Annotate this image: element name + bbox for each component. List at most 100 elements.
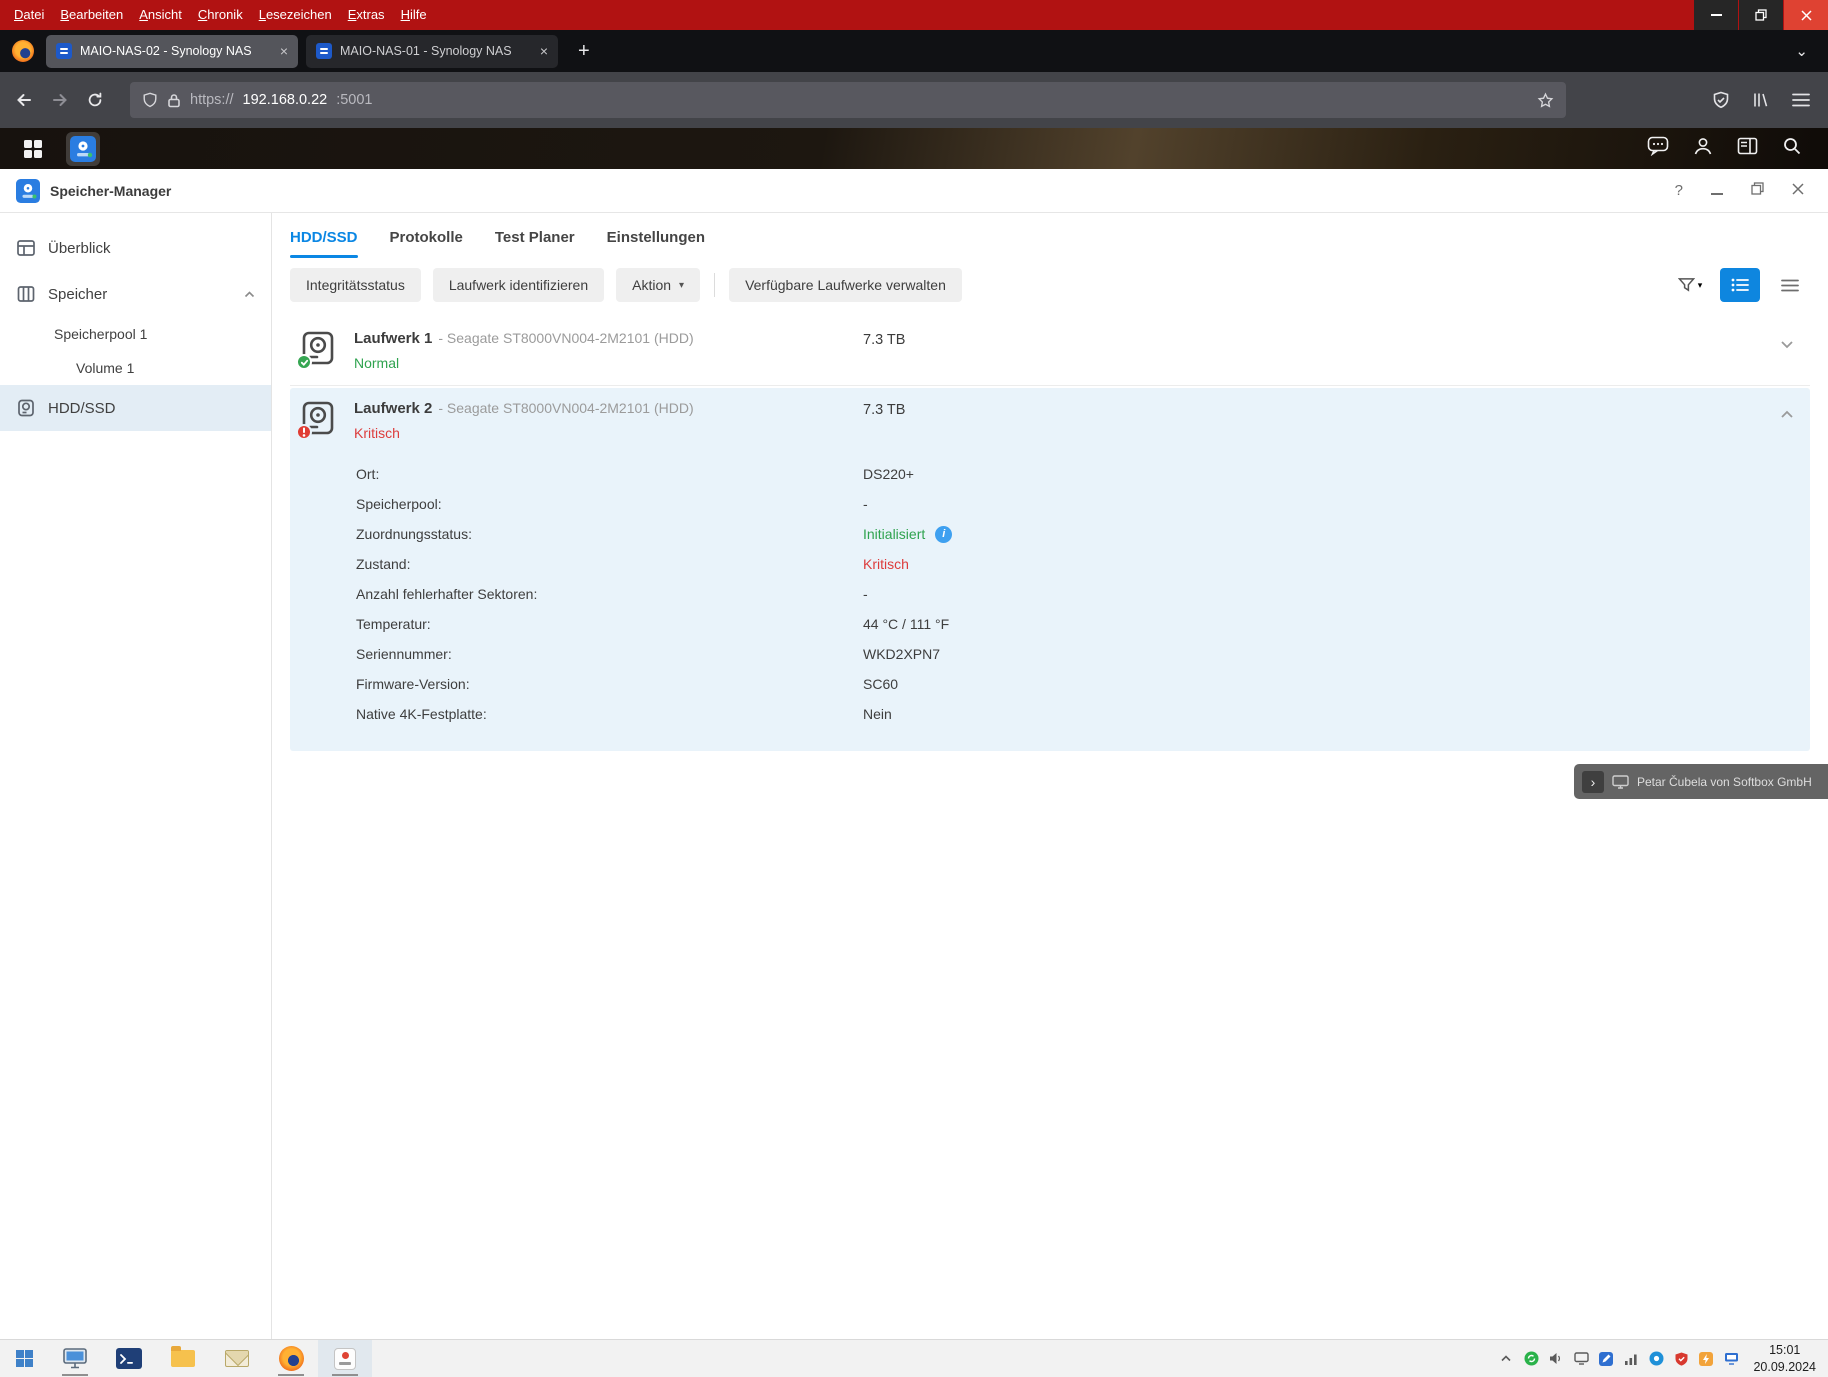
window-help-button[interactable]: ? [1675, 182, 1683, 199]
menu-file[interactable]: Datei [6, 0, 52, 30]
sidebar-item-label: Überblick [48, 240, 111, 257]
browser-navbar: https://192.168.0.22:5001 [0, 72, 1828, 128]
dsm-desktop-strip [0, 128, 1828, 169]
browser-tab-active[interactable]: MAIO-NAS-02 - Synology NAS × [46, 35, 298, 68]
drive-row-2[interactable]: Laufwerk 2- Seagate ST8000VN004-2M2101 (… [290, 388, 1810, 455]
detail-row: Speicherpool:- [356, 489, 1810, 519]
taskbar-app-mail[interactable] [210, 1340, 264, 1377]
menu-help[interactable]: Hilfe [393, 0, 435, 30]
sidebar-item-hdd-ssd[interactable]: HDD/SSD [0, 385, 271, 431]
compact-view-button[interactable] [1770, 268, 1810, 302]
detail-value: 44 °C / 111 °F [863, 616, 949, 632]
taskbar-app-powershell[interactable] [102, 1340, 156, 1377]
browser-tab-inactive[interactable]: MAIO-NAS-01 - Synology NAS × [306, 35, 558, 68]
show-hidden-icons-button[interactable] [1498, 1351, 1514, 1367]
tab-close-icon[interactable]: × [540, 43, 548, 59]
menu-view[interactable]: Ansicht [131, 0, 190, 30]
tracking-protection-shield-icon[interactable] [142, 92, 158, 108]
browser-titlebar[interactable]: Datei Bearbeiten Ansicht Chronik Lesezei… [0, 0, 1828, 30]
volume-icon[interactable] [1548, 1351, 1564, 1367]
chevron-up-icon[interactable] [244, 291, 255, 298]
detail-view-button[interactable] [1720, 268, 1760, 302]
browser-restore-button[interactable] [1739, 0, 1783, 30]
overlay-expand-button[interactable]: › [1582, 771, 1604, 793]
taskbar-clock[interactable]: 15:01 20.09.2024 [1747, 1342, 1828, 1375]
maximize-icon [1751, 182, 1764, 195]
identify-drive-button[interactable]: Laufwerk identifizieren [433, 268, 604, 302]
info-icon[interactable]: i [935, 526, 952, 543]
taskbar-app-disk-utility[interactable] [318, 1340, 372, 1377]
tab-einstellungen[interactable]: Einstellungen [607, 229, 705, 258]
tab-protokolle[interactable]: Protokolle [390, 229, 463, 258]
dsm-support-chat-icon[interactable] [1647, 136, 1669, 161]
sidebar-item-overview[interactable]: Überblick [0, 225, 271, 271]
list-all-tabs-button[interactable]: ⌄ [1795, 42, 1820, 60]
account-shield-icon[interactable] [1712, 91, 1730, 109]
tab-close-icon[interactable]: × [280, 43, 288, 59]
detail-label: Firmware-Version: [356, 676, 863, 692]
taskbar-app-computer[interactable] [48, 1340, 102, 1377]
drive-model: - Seagate ST8000VN004-2M2101 (HDD) [438, 400, 693, 416]
sidebar-item-storagepool-1[interactable]: Speicherpool 1 [0, 317, 271, 351]
display-icon[interactable] [1573, 1351, 1589, 1367]
tab-hdd-ssd[interactable]: HDD/SSD [290, 229, 358, 258]
detail-row: Firmware-Version:SC60 [356, 669, 1810, 699]
url-bar[interactable]: https://192.168.0.22:5001 [130, 82, 1566, 118]
funnel-icon [1678, 277, 1695, 293]
toolbar: Integritätsstatus Laufwerk identifiziere… [290, 268, 1810, 302]
dsm-search-icon[interactable] [1782, 136, 1802, 161]
window-maximize-button[interactable] [1751, 182, 1764, 199]
storage-pool-icon [16, 284, 36, 304]
library-icon[interactable] [1752, 91, 1770, 109]
window-close-button[interactable] [1792, 182, 1804, 199]
taskbar-app-firefox[interactable] [264, 1340, 318, 1377]
dsm-main-menu-button[interactable] [16, 132, 50, 166]
drive-row-1[interactable]: Laufwerk 1- Seagate ST8000VN004-2M2101 (… [290, 318, 1810, 386]
remote-monitor-icon[interactable] [1723, 1351, 1739, 1367]
chevron-down-icon[interactable] [1780, 340, 1794, 349]
bookmark-star-icon[interactable] [1537, 92, 1554, 109]
detail-value: Nein [863, 706, 892, 722]
energy-icon[interactable] [1698, 1351, 1714, 1367]
tab-test-planer[interactable]: Test Planer [495, 229, 575, 258]
sync-icon[interactable] [1523, 1351, 1539, 1367]
sidebar: Überblick Speicher Speicherpool 1 Volume… [0, 213, 272, 1339]
menu-edit[interactable]: Bearbeiten [52, 0, 131, 30]
connection-lock-icon[interactable] [167, 93, 181, 108]
drive-detail-grid: Ort:DS220+ Speicherpool:- Zuordnungsstat… [290, 455, 1810, 733]
network-icon[interactable] [1623, 1351, 1639, 1367]
filter-button[interactable]: ▾ [1670, 268, 1710, 302]
window-minimize-button[interactable] [1711, 182, 1723, 199]
dsm-user-icon[interactable] [1693, 136, 1713, 161]
computer-icon [63, 1348, 87, 1369]
health-status-button[interactable]: Integritätsstatus [290, 268, 421, 302]
forward-button[interactable] [50, 90, 70, 110]
security-shield-icon[interactable] [1673, 1351, 1689, 1367]
dsm-widgets-icon[interactable] [1737, 137, 1758, 160]
menu-tools[interactable]: Extras [340, 0, 393, 30]
manage-available-drives-button[interactable]: Verfügbare Laufwerke verwalten [729, 268, 962, 302]
browser-close-button[interactable] [1784, 0, 1828, 30]
skype-icon[interactable] [1648, 1351, 1664, 1367]
folder-icon [171, 1350, 195, 1367]
firefox-icon [12, 40, 34, 62]
menu-bookmarks[interactable]: Lesezeichen [251, 0, 340, 30]
dsm-storage-manager-app-button[interactable] [66, 132, 100, 166]
sidebar-item-volume-1[interactable]: Volume 1 [0, 351, 271, 385]
taskbar-app-file-explorer[interactable] [156, 1340, 210, 1377]
back-button[interactable] [14, 90, 34, 110]
system-tray [1490, 1351, 1747, 1367]
reload-button[interactable] [86, 91, 104, 109]
chevron-up-icon[interactable] [1780, 410, 1794, 419]
pen-input-icon[interactable] [1598, 1351, 1614, 1367]
menu-hamburger-icon[interactable] [1792, 93, 1810, 107]
menu-history[interactable]: Chronik [190, 0, 251, 30]
window-titlebar[interactable]: Speicher-Manager ? [0, 169, 1828, 213]
action-dropdown-button[interactable]: Aktion ▾ [616, 268, 700, 302]
new-tab-button[interactable]: + [578, 41, 590, 61]
browser-minimize-button[interactable] [1694, 0, 1738, 30]
button-label: Verfügbare Laufwerke verwalten [745, 277, 946, 293]
apps-grid-icon [22, 138, 44, 160]
sidebar-item-storage[interactable]: Speicher [0, 271, 271, 317]
start-button[interactable] [0, 1340, 48, 1377]
